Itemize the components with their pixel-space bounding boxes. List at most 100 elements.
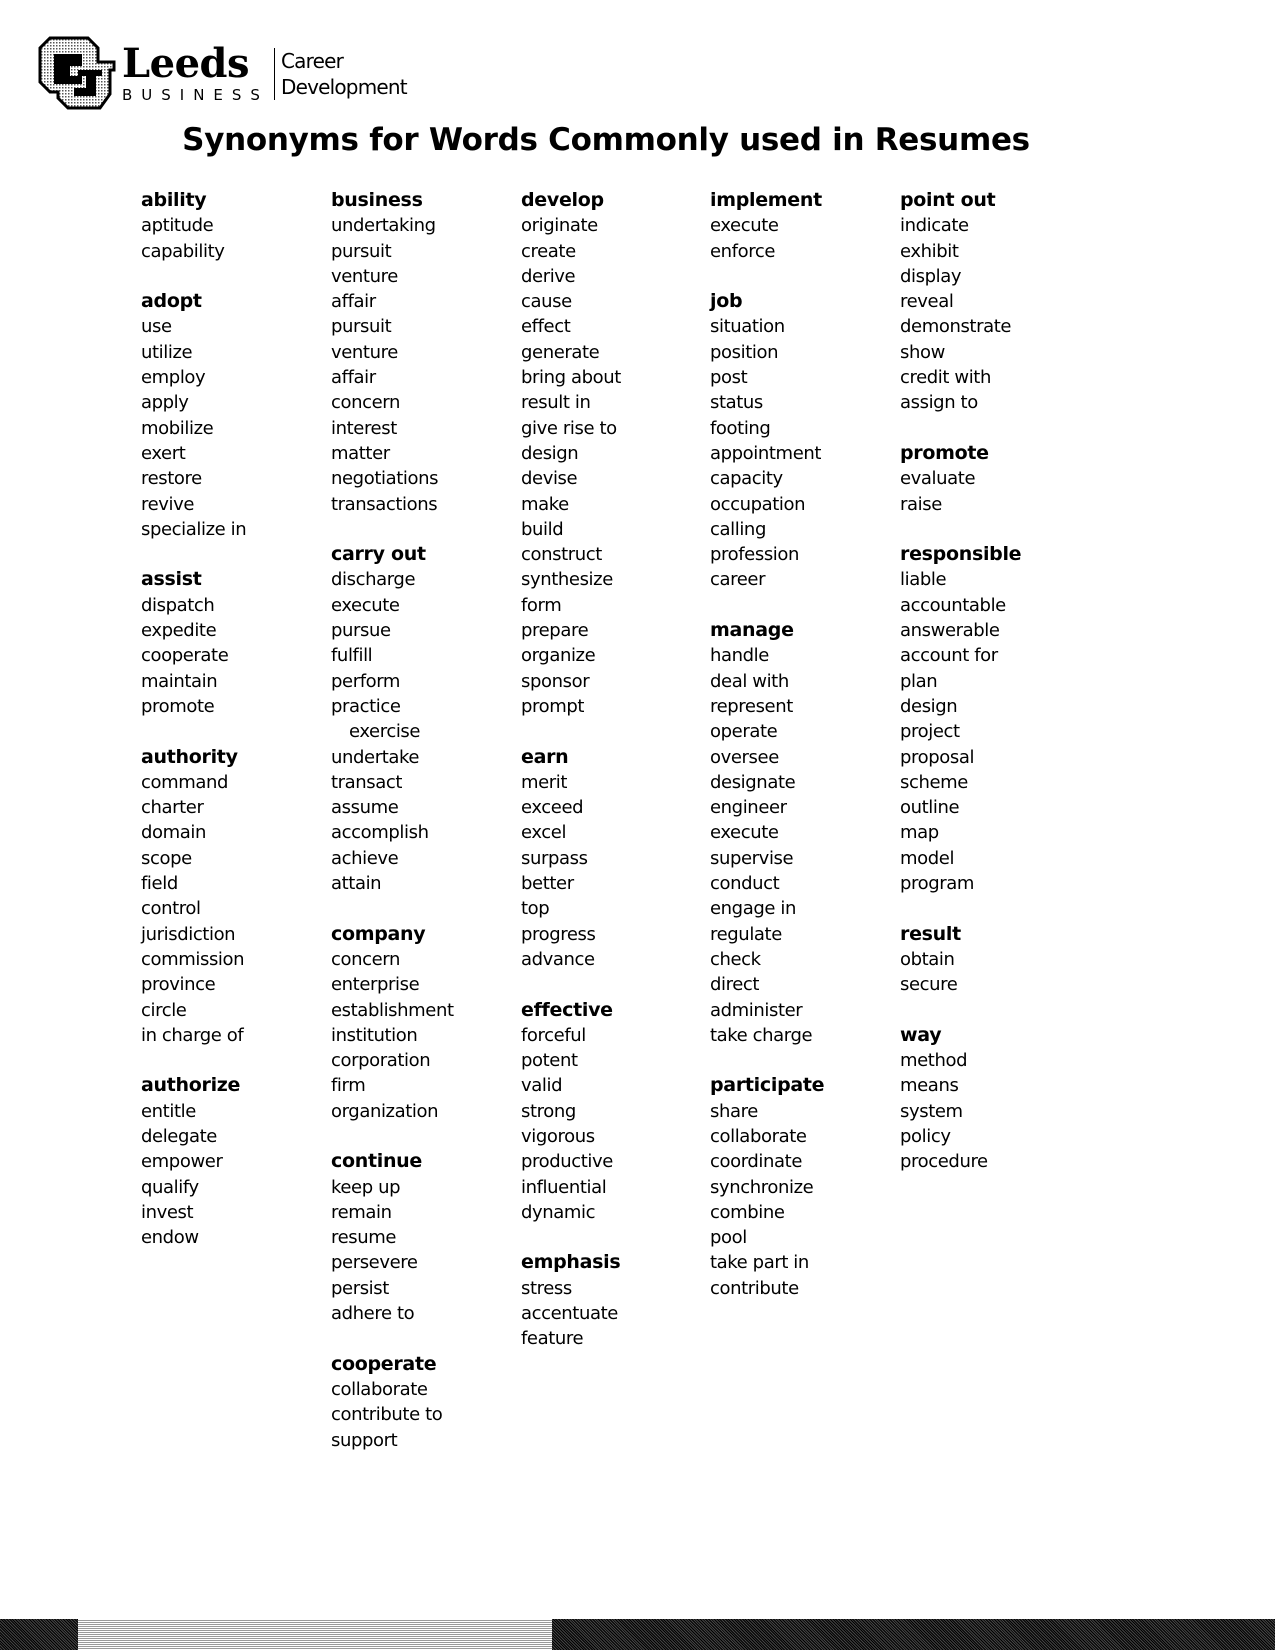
synonym-item: adhere to [331,1303,415,1325]
synonym-item: exhibit [900,240,959,262]
synonym-group: earn merit exceed excel surpass better top prog… [521,745,706,973]
synonym-item: prompt [521,695,585,717]
synonym-group: company concern enterprise establishment ins… [331,922,516,1124]
synonym-item: resume [331,1227,397,1249]
synonym-item: enterprise [331,974,420,996]
synonym-group: assist dispatch expedite cooperate maintain p… [141,567,326,719]
synonym-item: secure [900,974,958,996]
synonym-item: generate [521,341,600,363]
synonym-item: collaborate [331,1378,428,1400]
synonym-item: commission [141,948,245,970]
synonym-item: utilize [141,341,193,363]
headword: ability [141,189,207,211]
synonym-item: execute [710,822,779,844]
synonym-group: effective forceful potent valid strong vigoro… [521,998,706,1226]
synonym-item: qualify [141,1176,199,1198]
synonym-item: charter [141,797,204,819]
synonym-item: profession [710,544,800,566]
synonym-item: take charge [710,1024,813,1046]
synonym-item: affair [331,367,376,389]
synonym-item: handle [710,645,769,667]
synonym-item: coordinate [710,1151,803,1173]
synonym-group: adopt use utilize employ apply mobilize exert r… [141,289,326,542]
synonym-item: scheme [900,771,968,793]
synonym-item: strong [521,1100,576,1122]
synonym-item: appointment [710,442,822,464]
header: Leeds BUSINESS Career Development [38,34,408,114]
synonym-group: cooperate collaborate contribute to support [331,1352,516,1453]
synonym-item: proposal [900,746,975,768]
synonym-item: apply [141,392,189,414]
synonym-item: execute [710,215,779,237]
headword: earn [521,745,569,768]
synonym-item: capability [141,240,225,262]
synonym-item: derive [521,265,576,287]
headword: company [331,922,426,945]
synonym-item: show [900,341,945,363]
synonym-item: contribute [710,1277,799,1299]
synonym-item: jurisdiction [141,923,236,945]
synonym-item: accomplish [331,822,429,844]
synonym-item: accountable [900,594,1006,616]
synonym-item: result in [521,392,591,414]
synonym-item: oversee [710,746,779,768]
synonym-item: remain [331,1201,392,1223]
synonym-item: entitle [141,1100,196,1122]
synonym-group: job situation position post status footing app… [710,289,895,593]
headword: point out [900,189,996,211]
synonym-item: map [900,822,939,844]
synonym-item: institution [331,1024,418,1046]
synonym-item: enforce [710,240,776,262]
synonym-item: calling [710,518,766,540]
synonym-item: valid [521,1075,563,1097]
synonym-item: synchronize [710,1176,814,1198]
synonym-group: manage handle deal with represent operate ove… [710,618,895,1048]
synonym-item: mobilize [141,417,214,439]
synonym-item: aptitude [141,215,214,237]
synonym-item: province [141,974,216,996]
synonym-item: establishment [331,999,454,1021]
page-title: Synonyms for Words Commonly used in Resu… [182,122,1030,158]
headword: business [331,189,423,211]
synonym-item: combine [710,1201,785,1223]
synonym-item: exert [141,442,186,464]
synonym-item: venture [331,265,398,287]
synonym-item: vigorous [521,1125,595,1147]
synonym-item: execute [331,594,400,616]
synonym-item: dispatch [141,594,215,616]
headword: job [710,290,743,313]
synonym-item: merit [521,771,568,793]
synonym-item: cooperate [141,645,229,667]
synonym-item: control [141,898,201,920]
synonym-item: persist [331,1277,389,1299]
synonym-item: collaborate [710,1125,807,1147]
synonym-item: field [141,873,178,895]
synonym-item: liable [900,569,947,591]
synonym-item: bring about [521,367,621,389]
synonym-item: designate [710,771,796,793]
synonym-item: plan [900,670,938,692]
synonym-item: use [141,316,172,338]
synonym-item: supervise [710,847,794,869]
synonym-group: continue keep up remain resume persevere pers… [331,1149,516,1326]
synonym-group: participate share collaborate coordinate syn… [710,1073,895,1301]
synonym-item: operate [710,721,778,743]
synonym-item: pursue [331,620,391,642]
synonym-item: affair [331,291,376,313]
synonym-item: administer [710,999,803,1021]
synonym-item: accentuate [521,1303,618,1325]
synonym-item: design [900,695,958,717]
synonym-item: conduct [710,873,780,895]
synonym-item: progress [521,923,596,945]
synonym-item: in charge of [141,1024,244,1046]
synonym-item: employ [141,367,206,389]
synonym-item: situation [710,316,785,338]
synonym-item: build [521,518,564,540]
synonym-item: give rise to [521,417,617,439]
synonym-item: policy [900,1125,951,1147]
synonym-item: engineer [710,797,787,819]
header-divider [273,48,275,100]
synonym-item: command [141,771,229,793]
headword: continue [331,1150,422,1173]
synonym-item: evaluate [900,468,976,490]
